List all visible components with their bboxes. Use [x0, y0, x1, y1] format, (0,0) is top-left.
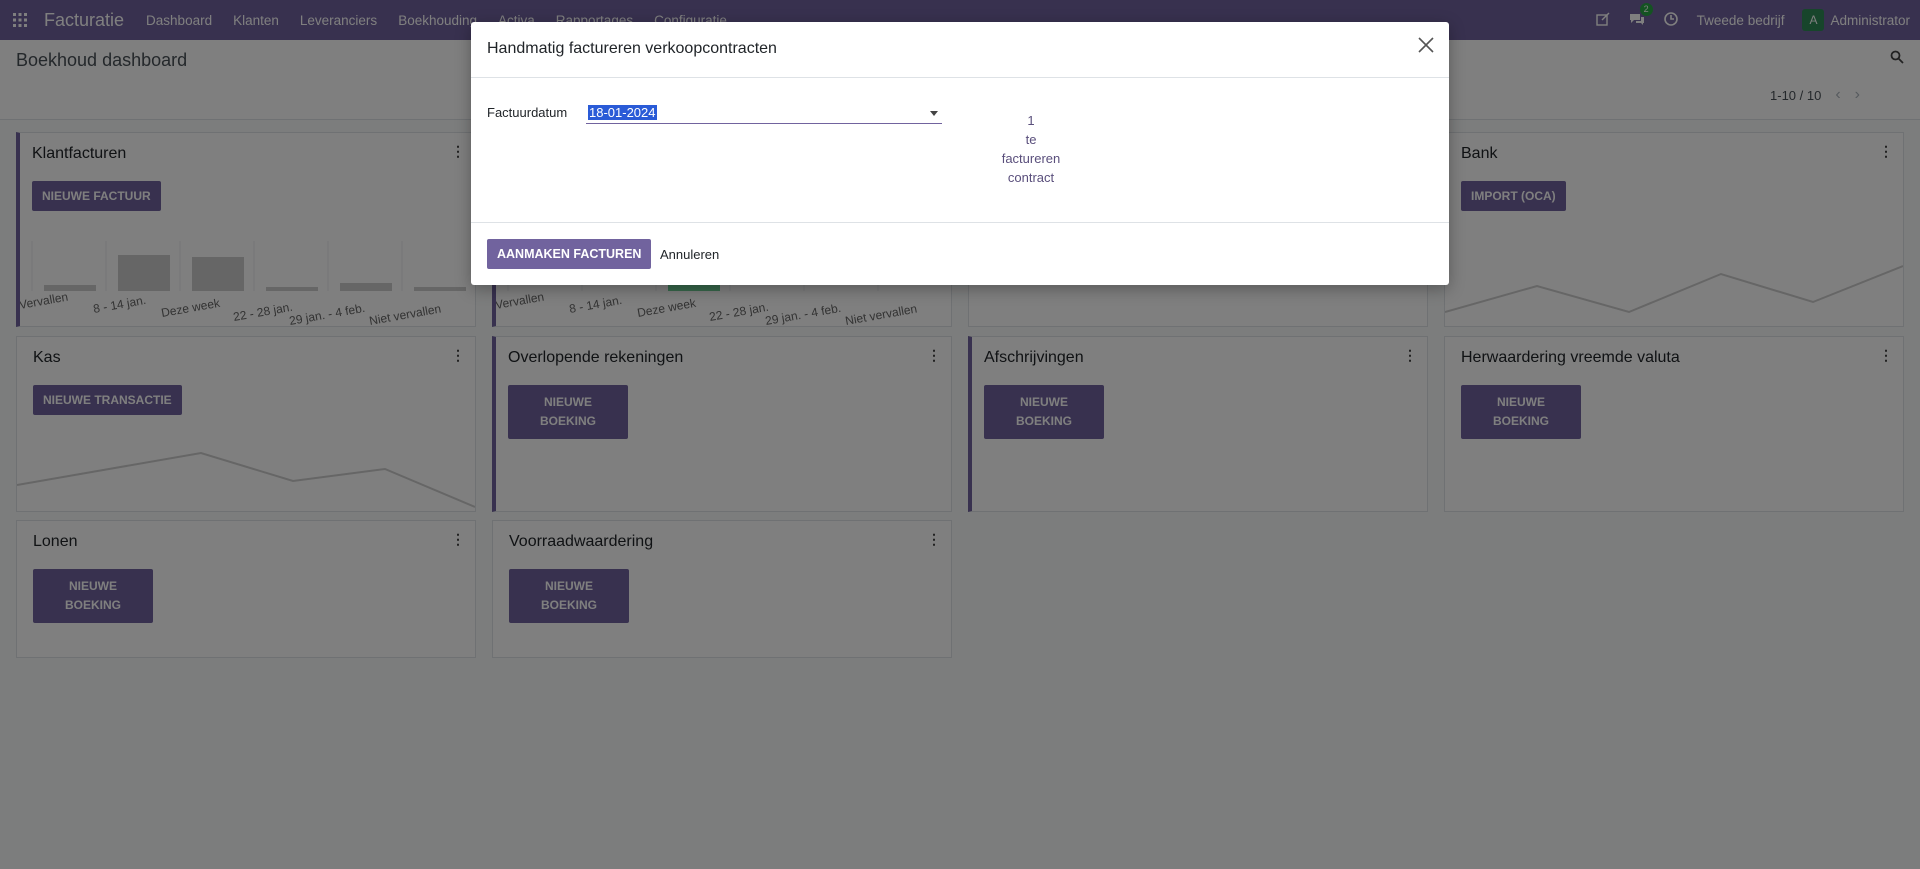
cancel-button[interactable]: Annuleren: [660, 247, 719, 262]
contracts-to-invoice-button[interactable]: 1 te factureren contract: [981, 111, 1081, 187]
smart-label: contract: [1007, 170, 1055, 185]
invoice-date-label: Factuurdatum: [487, 105, 568, 120]
modal-body: Factuurdatum 18-01-2024 1 te factureren …: [471, 78, 1449, 223]
contracts-count: 1: [1027, 113, 1035, 128]
modal-footer: AANMAKEN FACTUREN Annuleren: [471, 222, 1449, 285]
modal-header: Handmatig factureren verkoopcontracten: [471, 22, 1449, 78]
invoice-date-value[interactable]: 18-01-2024: [588, 105, 657, 120]
close-icon[interactable]: [1417, 36, 1435, 54]
create-invoices-button[interactable]: AANMAKEN FACTUREN: [487, 239, 652, 269]
invoice-contracts-dialog: Handmatig factureren verkoopcontracten F…: [471, 22, 1449, 285]
smart-label: te: [1025, 132, 1037, 147]
invoice-date-field[interactable]: 18-01-2024: [586, 103, 942, 124]
smart-label: factureren: [1001, 151, 1061, 166]
chevron-down-icon[interactable]: [930, 111, 938, 116]
modal-title: Handmatig factureren verkoopcontracten: [487, 40, 777, 57]
